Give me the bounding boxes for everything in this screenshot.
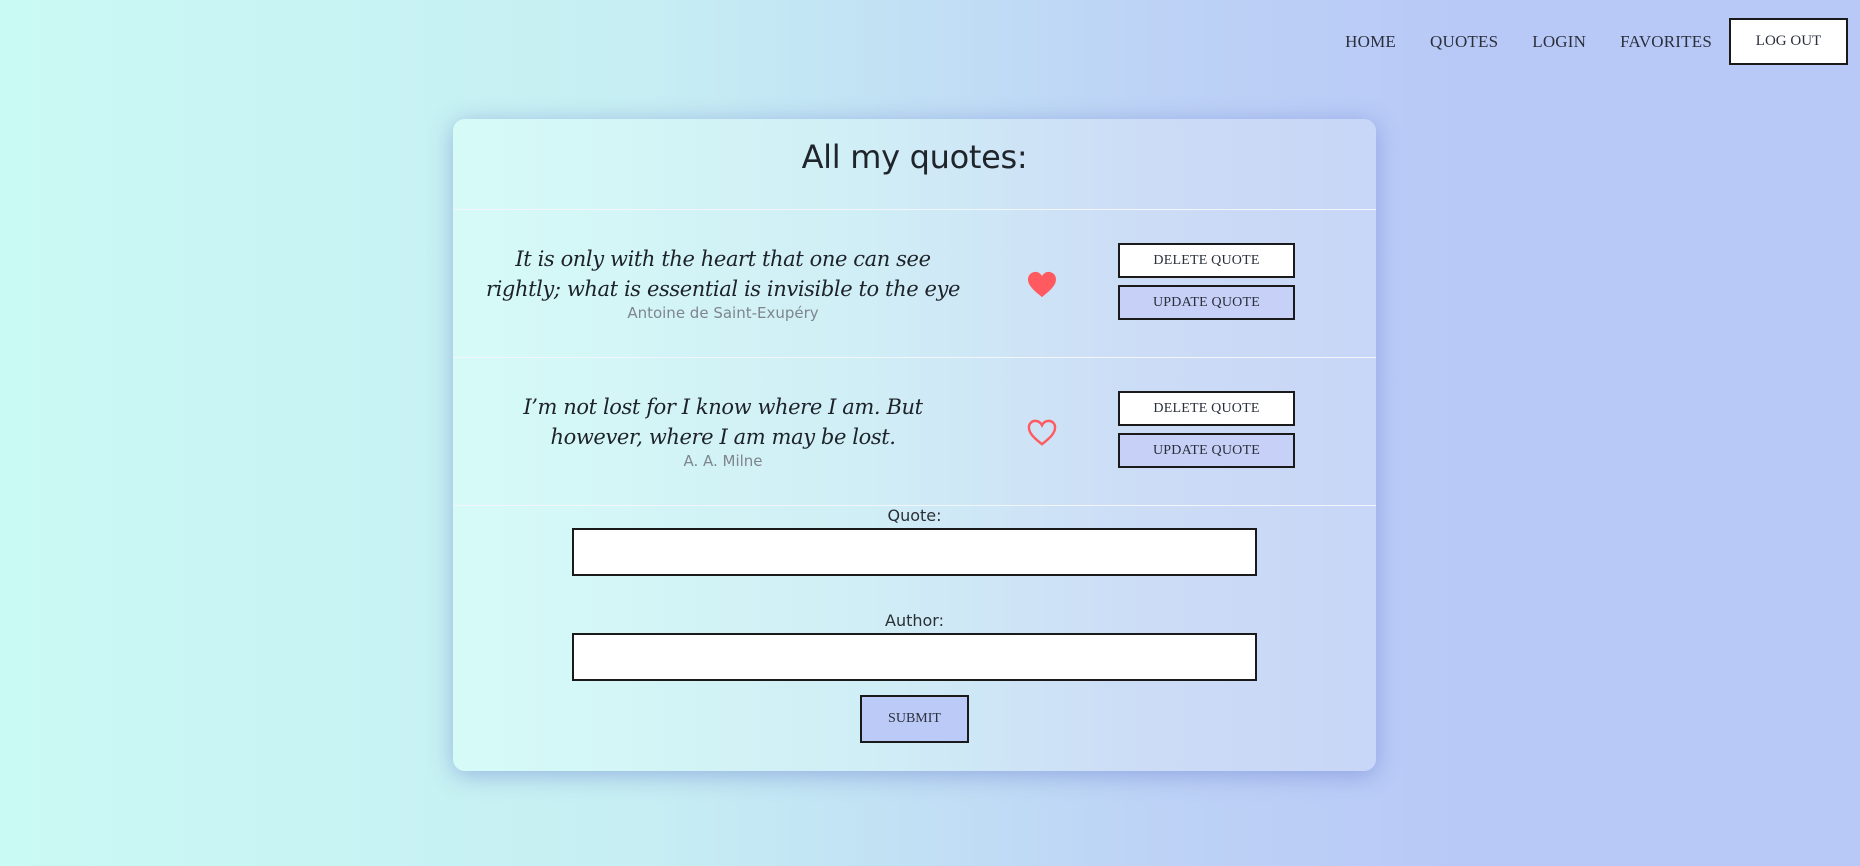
nav-link-home[interactable]: HOME — [1328, 32, 1413, 52]
update-quote-button[interactable]: UPDATE QUOTE — [1118, 285, 1295, 320]
nav-link-quotes[interactable]: QUOTES — [1413, 32, 1515, 52]
quote-author: Antoine de Saint-Exupéry — [627, 304, 819, 322]
quote-field-label: Quote: — [887, 506, 942, 525]
quote-actions: DELETE QUOTE UPDATE QUOTE — [1118, 391, 1295, 468]
delete-quote-button[interactable]: DELETE QUOTE — [1118, 391, 1295, 426]
submit-button[interactable]: SUBMIT — [860, 695, 969, 743]
card-header: All my quotes: — [453, 119, 1376, 210]
author-field-label: Author: — [885, 611, 944, 630]
quote-actions: DELETE QUOTE UPDATE QUOTE — [1118, 243, 1295, 320]
update-quote-button[interactable]: UPDATE QUOTE — [1118, 433, 1295, 468]
quote-item: I’m not lost for I know where I am. But … — [453, 358, 1376, 506]
logout-button[interactable]: LOG OUT — [1729, 18, 1848, 65]
quote-input[interactable] — [572, 528, 1257, 576]
add-quote-form: Quote: Author: SUBMIT — [453, 506, 1376, 743]
nav-link-login[interactable]: LOGIN — [1515, 32, 1603, 52]
heart-outline-icon[interactable] — [1027, 419, 1057, 447]
quote-content: I’m not lost for I know where I am. But … — [483, 392, 963, 470]
nav-link-favorites[interactable]: FAVORITES — [1603, 32, 1729, 52]
heart-filled-icon[interactable] — [1027, 271, 1057, 299]
quotes-card: All my quotes: It is only with the heart… — [453, 119, 1376, 771]
page-title: All my quotes: — [801, 138, 1028, 176]
quote-content: It is only with the heart that one can s… — [483, 244, 963, 322]
top-navigation: HOME QUOTES LOGIN FAVORITES LOG OUT — [1328, 18, 1848, 65]
quote-text: It is only with the heart that one can s… — [485, 247, 961, 301]
quote-author: A. A. Milne — [683, 452, 763, 470]
quote-item: It is only with the heart that one can s… — [453, 210, 1376, 358]
author-input[interactable] — [572, 633, 1257, 681]
quote-text: I’m not lost for I know where I am. But … — [523, 395, 923, 449]
delete-quote-button[interactable]: DELETE QUOTE — [1118, 243, 1295, 278]
